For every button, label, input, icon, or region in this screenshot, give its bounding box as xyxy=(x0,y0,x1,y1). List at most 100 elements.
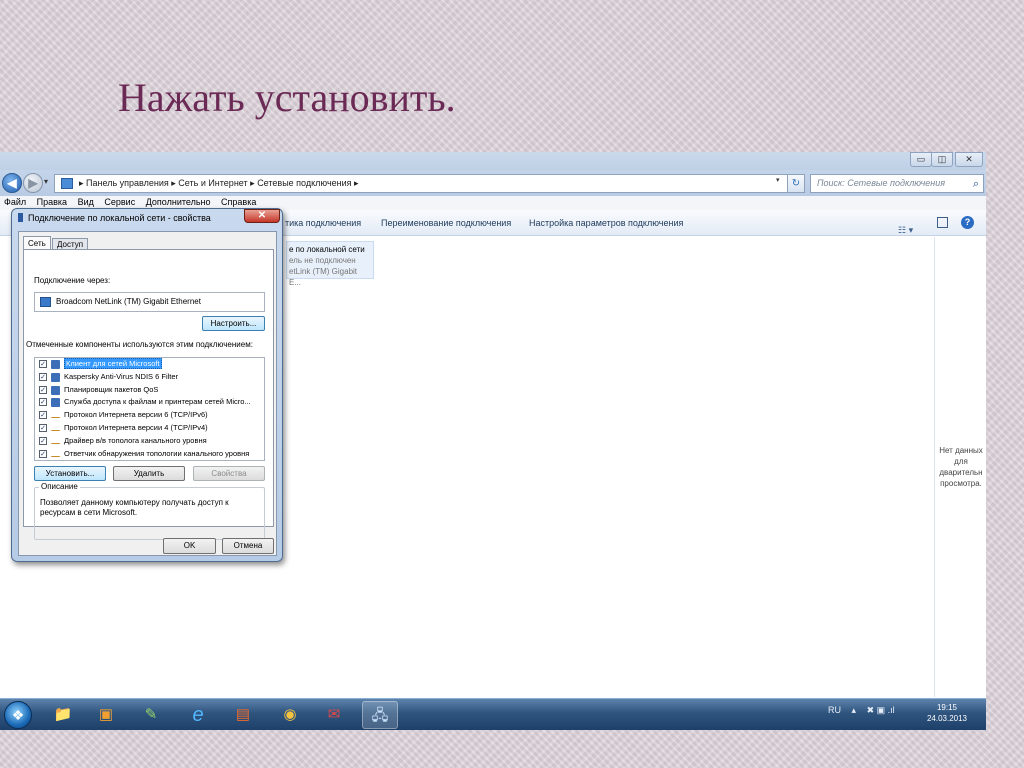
address-bar[interactable]: ▸ Панель управления ▸ Сеть и Интернет ▸ … xyxy=(54,174,803,193)
tray-status-icons[interactable]: ✖ ▣ .ıl xyxy=(867,705,895,715)
components-label: Отмеченные компоненты используются этим … xyxy=(26,340,253,349)
dialog-title: Подключение по локальной сети - свойства xyxy=(18,213,211,223)
breadcrumb-network-connections[interactable]: Сетевые подключения xyxy=(257,178,351,188)
dialog-body: Сеть Доступ Подключение через: Broadcom … xyxy=(18,231,277,556)
search-icon[interactable]: ⌕ xyxy=(973,176,979,193)
breadcrumb-network-internet[interactable]: Сеть и Интернет xyxy=(178,178,247,188)
paint-icon[interactable]: ✎ xyxy=(133,701,169,729)
breadcrumb-separator[interactable]: ▸ xyxy=(250,178,255,188)
search-input[interactable]: Поиск: Сетевые подключения ⌕ xyxy=(810,174,984,193)
description-group: Описание Позволяет данному компьютеру по… xyxy=(34,482,265,540)
menu-advanced[interactable]: Дополнительно xyxy=(146,197,211,207)
network-card-icon xyxy=(40,297,51,307)
ok-button[interactable]: OK xyxy=(163,538,216,554)
back-button[interactable]: ◀ xyxy=(2,173,22,193)
internet-explorer-icon[interactable]: e xyxy=(180,701,216,729)
start-button[interactable]: ❖ xyxy=(4,701,32,729)
connection-status: ель не подключен xyxy=(289,256,356,265)
component-label: Служба доступа к файлам и принтерам сете… xyxy=(64,397,251,407)
component-label: Протокол Интернета версии 6 (TCP/IPv6) xyxy=(64,410,208,420)
component-checkbox[interactable]: ✓ xyxy=(39,360,47,368)
forward-button[interactable]: ▶ xyxy=(23,173,43,193)
network-adapter-icon xyxy=(18,213,23,222)
description-label: Описание xyxy=(39,482,80,491)
list-item[interactable]: ✓ Служба доступа к файлам и принтерам се… xyxy=(35,396,264,409)
list-item[interactable]: ✓ Ответчик обнаружения топологии канальн… xyxy=(35,448,264,460)
list-item[interactable]: ✓ Kaspersky Anti-Virus NDIS 6 Filter xyxy=(35,371,264,384)
network-connections-icon[interactable]: 🖧 xyxy=(362,701,398,729)
component-label: Ответчик обнаружения топологии канальног… xyxy=(64,448,250,458)
maximize-button[interactable]: ◫ xyxy=(931,152,953,167)
refresh-button[interactable]: ↻ xyxy=(787,174,805,193)
address-dropdown-icon[interactable]: ▾ xyxy=(776,176,780,184)
tab-network[interactable]: Сеть xyxy=(23,236,51,250)
search-placeholder: Поиск: Сетевые подключения xyxy=(817,178,946,188)
menu-file[interactable]: Файл xyxy=(4,197,26,207)
breadcrumb-separator[interactable]: ▸ xyxy=(354,178,359,188)
list-item[interactable]: ✓ Клиент для сетей Microsoft xyxy=(35,358,264,371)
breadcrumb-control-panel[interactable]: Панель управления xyxy=(86,178,169,188)
protocol-icon xyxy=(51,451,60,457)
client-icon xyxy=(51,360,60,369)
connect-using-label: Подключение через: xyxy=(34,276,111,285)
component-checkbox[interactable]: ✓ xyxy=(39,423,47,432)
presentation-icon[interactable]: ▤ xyxy=(225,701,261,729)
protocol-icon xyxy=(51,425,60,431)
close-window-button[interactable]: ✕ xyxy=(955,152,983,167)
media-player-icon[interactable]: ▣ xyxy=(88,701,124,729)
protocol-icon xyxy=(51,438,60,444)
menu-tools[interactable]: Сервис xyxy=(104,197,135,207)
install-button[interactable]: Установить... xyxy=(34,466,106,481)
component-checkbox[interactable]: ✓ xyxy=(39,436,47,445)
component-checkbox[interactable]: ✓ xyxy=(39,449,47,458)
chrome-icon[interactable]: ◉ xyxy=(272,701,308,729)
component-checkbox[interactable]: ✓ xyxy=(39,398,47,407)
connection-name: е по локальной сети xyxy=(289,245,365,254)
clock-time: 19:15 xyxy=(936,703,958,712)
description-text: Позволяет данному компьютеру получать до… xyxy=(40,498,229,517)
preview-pane: Нет данных для дварительн просмотра. xyxy=(934,237,986,697)
breadcrumb-separator: ▸ xyxy=(79,178,84,188)
protocol-icon xyxy=(51,412,60,419)
pdf-icon[interactable]: ✉ xyxy=(316,701,352,729)
properties-dialog: Подключение по локальной сети - свойства… xyxy=(11,208,283,562)
help-icon[interactable]: ? xyxy=(961,216,974,229)
address-row: ◀ ▶ ▾ ▸ Панель управления ▸ Сеть и Интер… xyxy=(0,170,986,196)
breadcrumb-separator[interactable]: ▸ xyxy=(171,178,176,188)
list-item[interactable]: ✓ Драйвер в/в тополога канального уровня xyxy=(35,435,264,448)
language-indicator[interactable]: RU xyxy=(828,705,841,715)
change-settings-command[interactable]: Настройка параметров подключения xyxy=(529,210,683,236)
menu-view[interactable]: Вид xyxy=(78,197,94,207)
list-item[interactable]: ✓ Протокол Интернета версии 4 (TCP/IPv4) xyxy=(35,422,264,435)
list-item[interactable]: ✓ Протокол Интернета версии 6 (TCP/IPv6) xyxy=(35,409,264,422)
adapter-name: Broadcom NetLink (TM) Gigabit Ethernet xyxy=(56,297,201,306)
minimize-button[interactable]: ▭ xyxy=(910,152,932,167)
diagnose-connection-command[interactable]: тика подключения xyxy=(285,210,361,236)
components-list: ✓ Клиент для сетей Microsoft ✓ Kaspersky… xyxy=(34,357,265,461)
service-icon xyxy=(51,372,60,382)
explorer-icon[interactable]: 📁 xyxy=(45,701,81,729)
local-area-connection-item[interactable]: е по локальной сети ель не подключен etL… xyxy=(286,241,374,287)
component-checkbox[interactable]: ✓ xyxy=(39,372,47,381)
component-checkbox[interactable]: ✓ xyxy=(39,385,47,394)
window-titlebar: ▭ ◫ ✕ xyxy=(0,152,986,170)
dialog-title-text: Подключение по локальной сети - свойства xyxy=(28,213,211,223)
service-icon xyxy=(51,385,60,395)
list-item[interactable]: ✓ Планировщик пакетов QoS xyxy=(35,384,264,397)
configure-button[interactable]: Настроить... xyxy=(202,316,265,331)
cancel-button[interactable]: Отмена xyxy=(222,538,274,554)
dialog-close-button[interactable]: ✕ xyxy=(244,209,280,223)
menu-edit[interactable]: Правка xyxy=(37,197,67,207)
component-label: Kaspersky Anti-Virus NDIS 6 Filter xyxy=(64,371,179,381)
clock[interactable]: 19:15 24.03.2013 xyxy=(920,702,974,724)
properties-button[interactable]: Свойства xyxy=(193,466,265,481)
menu-help[interactable]: Справка xyxy=(221,197,256,207)
preview-pane-button[interactable] xyxy=(937,217,948,228)
show-hidden-icons-icon[interactable]: ▴ xyxy=(852,705,857,715)
uninstall-button[interactable]: Удалить xyxy=(113,466,185,481)
adapter-field: Broadcom NetLink (TM) Gigabit Ethernet xyxy=(34,292,265,312)
recent-pages-dropdown[interactable]: ▾ xyxy=(44,177,48,186)
component-checkbox[interactable]: ✓ xyxy=(39,411,47,420)
rename-connection-command[interactable]: Переименование подключения xyxy=(381,210,511,236)
network-tab-panel: Подключение через: Broadcom NetLink (TM)… xyxy=(23,249,274,540)
